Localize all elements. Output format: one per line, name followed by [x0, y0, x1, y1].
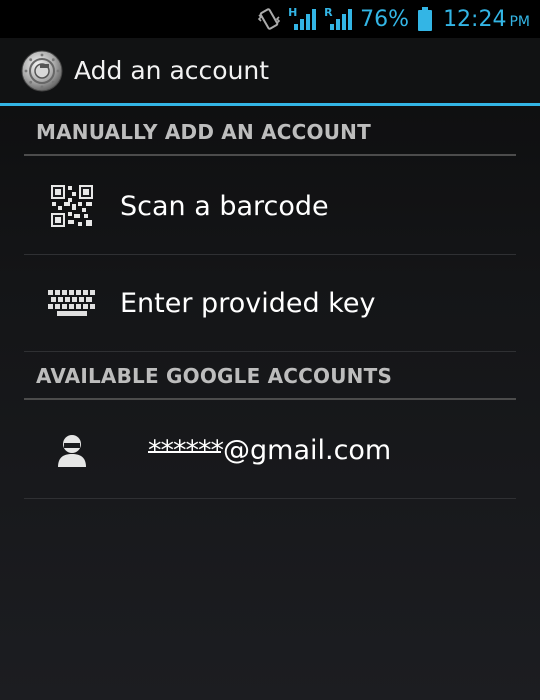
- authenticator-app-icon[interactable]: [21, 50, 63, 92]
- enter-key-label: Enter provided key: [120, 287, 376, 319]
- qr-code-icon: [48, 182, 96, 230]
- email-domain: @gmail.com: [223, 434, 392, 466]
- keyboard-icon: [48, 279, 96, 327]
- status-bar: H R 76% 12:24 PM: [0, 0, 540, 38]
- masked-username: ******: [148, 434, 224, 466]
- scan-barcode-item[interactable]: Scan a barcode: [24, 158, 516, 255]
- section-header-manual-label: MANUALLY ADD AN ACCOUNT: [36, 120, 371, 144]
- section-header-google: AVAILABLE GOOGLE ACCOUNTS: [24, 354, 516, 400]
- action-bar: Add an account: [0, 38, 540, 106]
- signal-r-icon: R: [324, 6, 354, 32]
- battery-icon: [417, 6, 433, 32]
- network-type-r: R: [324, 6, 333, 19]
- vibrate-icon: [256, 6, 282, 32]
- clock-time: 12:24: [443, 6, 507, 32]
- page-title: Add an account: [74, 56, 270, 85]
- scan-barcode-label: Scan a barcode: [120, 190, 329, 222]
- signal-h-icon: H: [288, 6, 318, 32]
- section-header-google-label: AVAILABLE GOOGLE ACCOUNTS: [36, 364, 393, 388]
- battery-percent: 76%: [360, 6, 410, 32]
- section-header-manual: MANUALLY ADD AN ACCOUNT: [24, 110, 516, 156]
- enter-key-item[interactable]: Enter provided key: [24, 255, 516, 352]
- clock-ampm: PM: [509, 14, 530, 30]
- network-type-h: H: [288, 6, 298, 19]
- google-account-item[interactable]: ******@gmail.com: [24, 402, 516, 499]
- screen: H R 76% 12:24 PM Add an account MANUALLY…: [0, 0, 540, 700]
- google-account-email: ******@gmail.com: [148, 435, 391, 466]
- person-icon: [48, 426, 96, 474]
